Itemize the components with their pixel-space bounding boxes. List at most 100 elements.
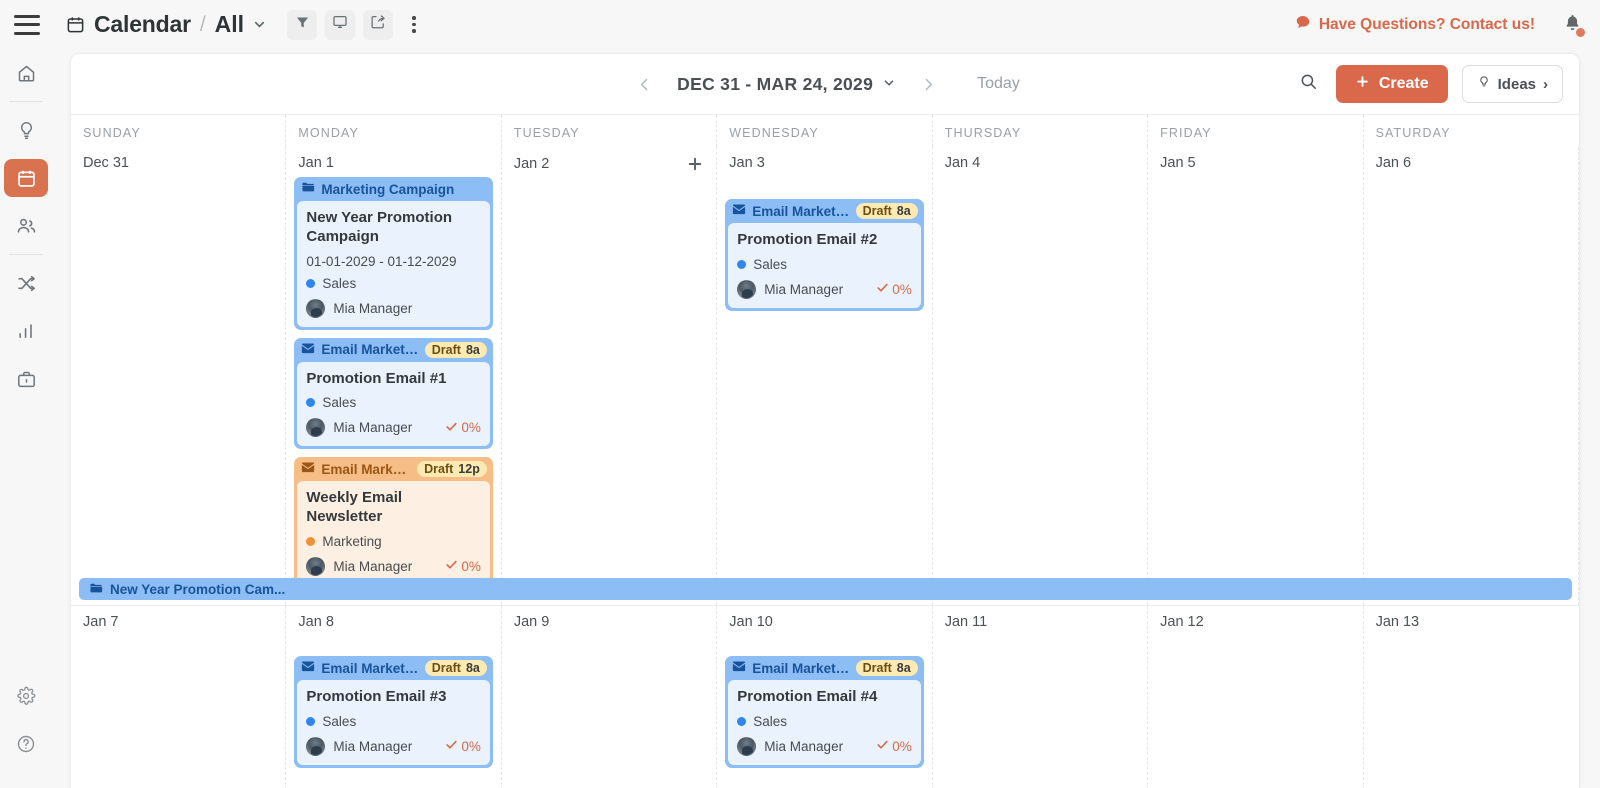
event-card-promotion-email-2[interactable]: Email Marketing Draft 8a Promotion Email…	[725, 199, 924, 311]
event-card-promotion-email-3[interactable]: Email Marketing Draft 8a Promotion Email…	[294, 656, 493, 768]
check-icon	[876, 738, 889, 754]
day-cell-jan-10[interactable]: Jan 10 Email Marketing Draft 8a Promotio…	[717, 606, 933, 788]
day-cell-jan-6[interactable]: Jan 6	[1364, 147, 1579, 605]
day-name-friday: FRIDAY	[1148, 115, 1364, 147]
calendar-toolbar: DEC 31 - MAR 24, 2029 Today Create Ideas…	[71, 54, 1579, 114]
filter-icon	[295, 15, 310, 35]
avatar	[737, 736, 757, 756]
day-cell-jan-7[interactable]: Jan 7	[71, 606, 287, 788]
badge-status: Draft	[862, 661, 892, 675]
date-number: Jan 12	[1160, 614, 1204, 630]
sidebar-item-settings[interactable]	[0, 672, 52, 720]
notification-badge-dot	[1576, 27, 1585, 37]
tag-label: Marketing	[322, 533, 382, 549]
event-card-promotion-email-1[interactable]: Email Marketing Draft 8a Promotion Email…	[294, 337, 493, 450]
date-number-row: Jan 2	[510, 147, 708, 179]
progress-indicator: 0%	[445, 558, 481, 574]
chevron-down-icon[interactable]	[252, 17, 267, 32]
avatar	[306, 418, 326, 438]
event-body: Promotion Email #1 Sales Mia Manager 0%	[297, 361, 490, 447]
day-cell-jan-5[interactable]: Jan 5	[1148, 147, 1364, 605]
event-list-name: Email Marketi...	[321, 461, 412, 477]
progress-value: 0%	[461, 738, 481, 754]
prev-period-button[interactable]	[630, 72, 659, 97]
hamburger-icon[interactable]	[14, 14, 40, 35]
day-cell-jan-1[interactable]: Jan 1 Marketing Campaign New Year Promot…	[286, 147, 502, 605]
day-cell-jan-9[interactable]: Jan 9	[502, 606, 718, 788]
lightbulb-icon	[1477, 75, 1491, 93]
day-cell-dec-31[interactable]: Dec 31	[71, 147, 287, 605]
day-cell-jan-3[interactable]: Jan 3 Email Marketing Draft 8a Promotion…	[717, 147, 933, 605]
share-button[interactable]	[363, 9, 394, 40]
event-tag: Sales	[737, 257, 911, 272]
tag-label: Sales	[322, 713, 357, 729]
event-card-new-year-promotion-campaign[interactable]: Marketing Campaign New Year Promotion Ca…	[294, 177, 493, 330]
date-number: Jan 4	[944, 155, 981, 171]
badge-time: 8a	[465, 661, 480, 675]
check-icon	[876, 281, 889, 297]
event-footer: Mia Manager 0%	[306, 556, 481, 576]
ideas-button-label: Ideas	[1497, 75, 1536, 93]
badge-time: 8a	[465, 342, 480, 357]
event-card-weekly-email-newsletter[interactable]: Email Marketi... Draft 12p Weekly Email …	[294, 457, 493, 588]
badge-status: Draft	[862, 204, 892, 218]
sidebar-item-help[interactable]	[0, 720, 52, 768]
progress-value: 0%	[461, 420, 481, 436]
tag-label: Sales	[753, 713, 788, 729]
sidebar-item-calendar[interactable]	[0, 154, 52, 202]
sidebar-divider-2	[9, 254, 43, 255]
filter-button[interactable]	[287, 9, 318, 40]
next-period-button[interactable]	[914, 72, 943, 97]
sidebar-item-people[interactable]	[0, 202, 52, 250]
day-name-saturday: SATURDAY	[1375, 126, 1451, 140]
day-cell-jan-8[interactable]: Jan 8 Email Marketing Draft 8a Promotion…	[286, 606, 502, 788]
page-title: Calendar	[94, 11, 191, 37]
date-range-selector[interactable]: DEC 31 - MAR 24, 2029	[677, 74, 896, 95]
event-footer: Mia Manager 0%	[306, 418, 481, 438]
day-cell-jan-11[interactable]: Jan 11	[933, 606, 1149, 788]
more-vertical-icon[interactable]	[403, 10, 425, 40]
date-number: Jan 5	[1160, 155, 1196, 171]
notifications-button[interactable]	[1563, 13, 1585, 37]
tag-label: Sales	[322, 275, 357, 291]
event-body: Promotion Email #3 Sales Mia Manager 0%	[297, 680, 490, 765]
event-list-name: Email Marketing	[752, 203, 850, 219]
date-number: Jan 10	[729, 614, 773, 630]
day-name-wednesday: WEDNESDAY	[717, 115, 933, 147]
day-cell-jan-13[interactable]: Jan 13	[1364, 606, 1579, 788]
avatar	[306, 556, 326, 576]
tag-color-dot	[306, 278, 316, 288]
sidebar-item-home[interactable]	[0, 49, 52, 97]
sidebar-item-portfolio[interactable]	[0, 355, 52, 403]
event-header: Email Marketing Draft 8a	[725, 656, 923, 680]
day-cell-jan-12[interactable]: Jan 12	[1148, 606, 1364, 788]
day-cell-jan-4[interactable]: Jan 4	[933, 147, 1149, 605]
event-body: New Year Promotion Campaign 01-01-2029 -…	[297, 201, 490, 327]
assignee-name: Mia Manager	[764, 281, 844, 297]
create-button[interactable]: Create	[1335, 65, 1448, 103]
breadcrumb-scope[interactable]: All	[215, 11, 244, 38]
search-button[interactable]	[1295, 68, 1322, 100]
sidebar-item-workflow[interactable]	[0, 259, 52, 307]
progress-value: 0%	[892, 738, 912, 754]
envelope-icon	[301, 460, 315, 478]
ideas-button[interactable]: Ideas ›	[1461, 65, 1563, 103]
date-number: Jan 13	[1375, 614, 1420, 630]
toolbar-icon-buttons	[287, 9, 425, 40]
day-cell-jan-2[interactable]: Jan 2	[502, 147, 718, 605]
week-row-2: Jan 7 Jan 8 Email Marketing Draft 8a Pro…	[71, 605, 1579, 788]
date-number: Jan 1	[298, 155, 334, 171]
event-card-promotion-email-4[interactable]: Email Marketing Draft 8a Promotion Email…	[725, 656, 924, 768]
breadcrumb-separator: /	[199, 12, 206, 36]
display-button[interactable]	[325, 9, 356, 40]
sidebar-item-ideas[interactable]	[0, 106, 52, 154]
event-header: Email Marketi... Draft 12p	[294, 457, 492, 481]
sidebar-item-reports[interactable]	[0, 307, 52, 355]
event-title: New Year Promotion Campaign	[306, 209, 453, 245]
today-button[interactable]: Today	[977, 75, 1020, 93]
contact-us-link[interactable]: Have Questions? Contact us!	[1295, 14, 1535, 35]
check-icon	[445, 420, 458, 436]
add-event-button[interactable]	[686, 155, 704, 173]
spanning-event-new-year-promotion-campaign[interactable]: New Year Promotion Cam...	[79, 578, 1572, 600]
event-footer: Mia Manager	[306, 298, 480, 318]
